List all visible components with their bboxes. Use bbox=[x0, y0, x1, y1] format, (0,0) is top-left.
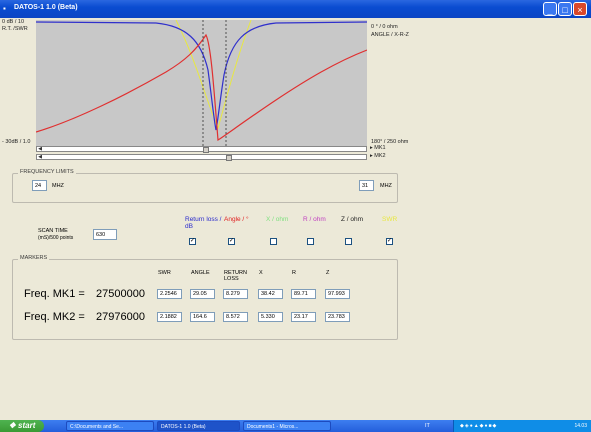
marker-value-field[interactable]: 8.572 bbox=[223, 312, 248, 322]
marker-value-field[interactable]: 97.993 bbox=[325, 289, 350, 299]
marker-value-field[interactable]: 5.330 bbox=[258, 312, 283, 322]
series-label: R / ohm bbox=[303, 216, 326, 223]
mk1-slider[interactable]: ◀ bbox=[36, 146, 367, 153]
language-indicator[interactable]: IT bbox=[425, 423, 430, 429]
markers-label: MARKERS bbox=[18, 255, 50, 261]
frequency-limits-group: FREQUENCY LIMITS 24 MHZ 31 MHZ bbox=[12, 169, 398, 203]
series-checkbox[interactable]: ✓ bbox=[189, 238, 196, 245]
title-bar: ▪ DATOS-1 1.0 (Beta) _ □ × bbox=[0, 0, 591, 18]
series-checkbox[interactable]: ✓ bbox=[228, 238, 235, 245]
marker-value-field[interactable]: 23.17 bbox=[291, 312, 316, 322]
series-checkbox[interactable] bbox=[270, 238, 277, 245]
marker-value-field[interactable]: 38.42 bbox=[258, 289, 283, 299]
marker-value-field[interactable]: 89.71 bbox=[291, 289, 316, 299]
marker-value-field[interactable]: 29.05 bbox=[190, 289, 215, 299]
series-checkbox[interactable] bbox=[345, 238, 352, 245]
freq-low-input[interactable]: 24 bbox=[32, 180, 47, 191]
marker-column-header: R bbox=[292, 270, 296, 276]
slider-left-arrow-icon[interactable]: ◀ bbox=[37, 154, 43, 160]
freq-high-unit: MHZ bbox=[380, 183, 392, 189]
marker-column-header: X bbox=[259, 270, 263, 276]
sweep-plot bbox=[35, 19, 368, 146]
frequency-limits-label: FREQUENCY LIMITS bbox=[18, 169, 76, 175]
series-checkbox[interactable] bbox=[307, 238, 314, 245]
right-axis-top-label: 0 ° / 0 ohm bbox=[371, 24, 398, 30]
task-document[interactable]: Documents1 - Micros... bbox=[243, 421, 331, 431]
windows-logo-icon: ❖ bbox=[8, 421, 16, 430]
taskbar: ❖ start C:\Documents and Se... DATOS-1 1… bbox=[0, 420, 591, 432]
marker-column-header: SWR bbox=[158, 270, 171, 276]
mk2-slider-thumb[interactable] bbox=[226, 155, 232, 161]
left-axis-title: R.T. /SWR bbox=[2, 26, 28, 32]
marker-row-label: Freq. MK2 = bbox=[24, 311, 85, 323]
window-title: DATOS-1 1.0 (Beta) bbox=[14, 4, 78, 11]
marker-column-header: Z bbox=[326, 270, 330, 276]
freq-low-unit: MHZ bbox=[52, 183, 64, 189]
task-datos[interactable]: DATOS-1 1.0 (Beta) bbox=[157, 421, 240, 431]
app-icon: ▪ bbox=[3, 4, 6, 13]
series-label: Z / ohm bbox=[341, 216, 364, 223]
series-checkbox[interactable]: ✓ bbox=[386, 238, 393, 245]
right-axis-title: ANGLE / X-R-Z bbox=[371, 32, 409, 38]
series-label: SWR bbox=[382, 216, 398, 223]
minimize-button[interactable]: _ bbox=[543, 2, 557, 16]
task-explorer[interactable]: C:\Documents and Se... bbox=[66, 421, 154, 431]
maximize-button[interactable]: □ bbox=[558, 2, 572, 16]
tray-icons[interactable]: ◆◈●▲◆●■◆ bbox=[460, 420, 497, 432]
left-axis-bottom-label: - 30dB / 1.0 bbox=[2, 139, 31, 145]
series-label: Angle / ° bbox=[224, 216, 249, 223]
clock: 14.03 bbox=[574, 423, 587, 429]
marker-value-field[interactable]: 2.1882 bbox=[157, 312, 182, 322]
marker-frequency: 27976000 bbox=[96, 311, 145, 323]
slider-left-arrow-icon[interactable]: ◀ bbox=[37, 146, 43, 152]
close-button[interactable]: × bbox=[573, 2, 587, 16]
system-tray: ◆◈●▲◆●■◆ 14.03 bbox=[453, 420, 591, 432]
series-label: Return loss / dB bbox=[185, 216, 222, 230]
start-label: start bbox=[18, 421, 36, 430]
scan-time-sublabel: (mS)/500 points bbox=[38, 235, 74, 241]
marker-frequency: 27500000 bbox=[96, 288, 145, 300]
start-button[interactable]: ❖ start bbox=[0, 420, 44, 432]
marker-column-header: ANGLE bbox=[191, 270, 210, 276]
marker-value-field[interactable]: 23.783 bbox=[325, 312, 350, 322]
mk1-slider-thumb[interactable] bbox=[203, 147, 209, 153]
marker-value-field[interactable]: 2.2546 bbox=[157, 289, 182, 299]
marker-row-label: Freq. MK1 = bbox=[24, 288, 85, 300]
scan-time-label: SCAN TIME bbox=[38, 228, 68, 234]
mk1-slider-label: ▸ MK1 bbox=[370, 145, 386, 151]
marker-value-field[interactable]: 164.6 bbox=[190, 312, 215, 322]
series-label: X / ohm bbox=[266, 216, 289, 223]
marker-value-field[interactable]: 8.279 bbox=[223, 289, 248, 299]
left-axis-top-label: 0 dB / 10 bbox=[2, 19, 25, 25]
sweep-chart bbox=[35, 19, 368, 146]
mk2-slider[interactable]: ◀ bbox=[36, 154, 367, 161]
scan-time-input[interactable]: 630 bbox=[93, 229, 117, 240]
markers-group: MARKERS SWR ANGLE RETURN LOSS X R Z Freq. MK1 … bbox=[12, 255, 398, 340]
freq-high-input[interactable]: 31 bbox=[359, 180, 374, 191]
marker-column-header: RETURN LOSS bbox=[224, 270, 247, 282]
mk2-slider-label: ▸ MK2 bbox=[370, 153, 386, 159]
